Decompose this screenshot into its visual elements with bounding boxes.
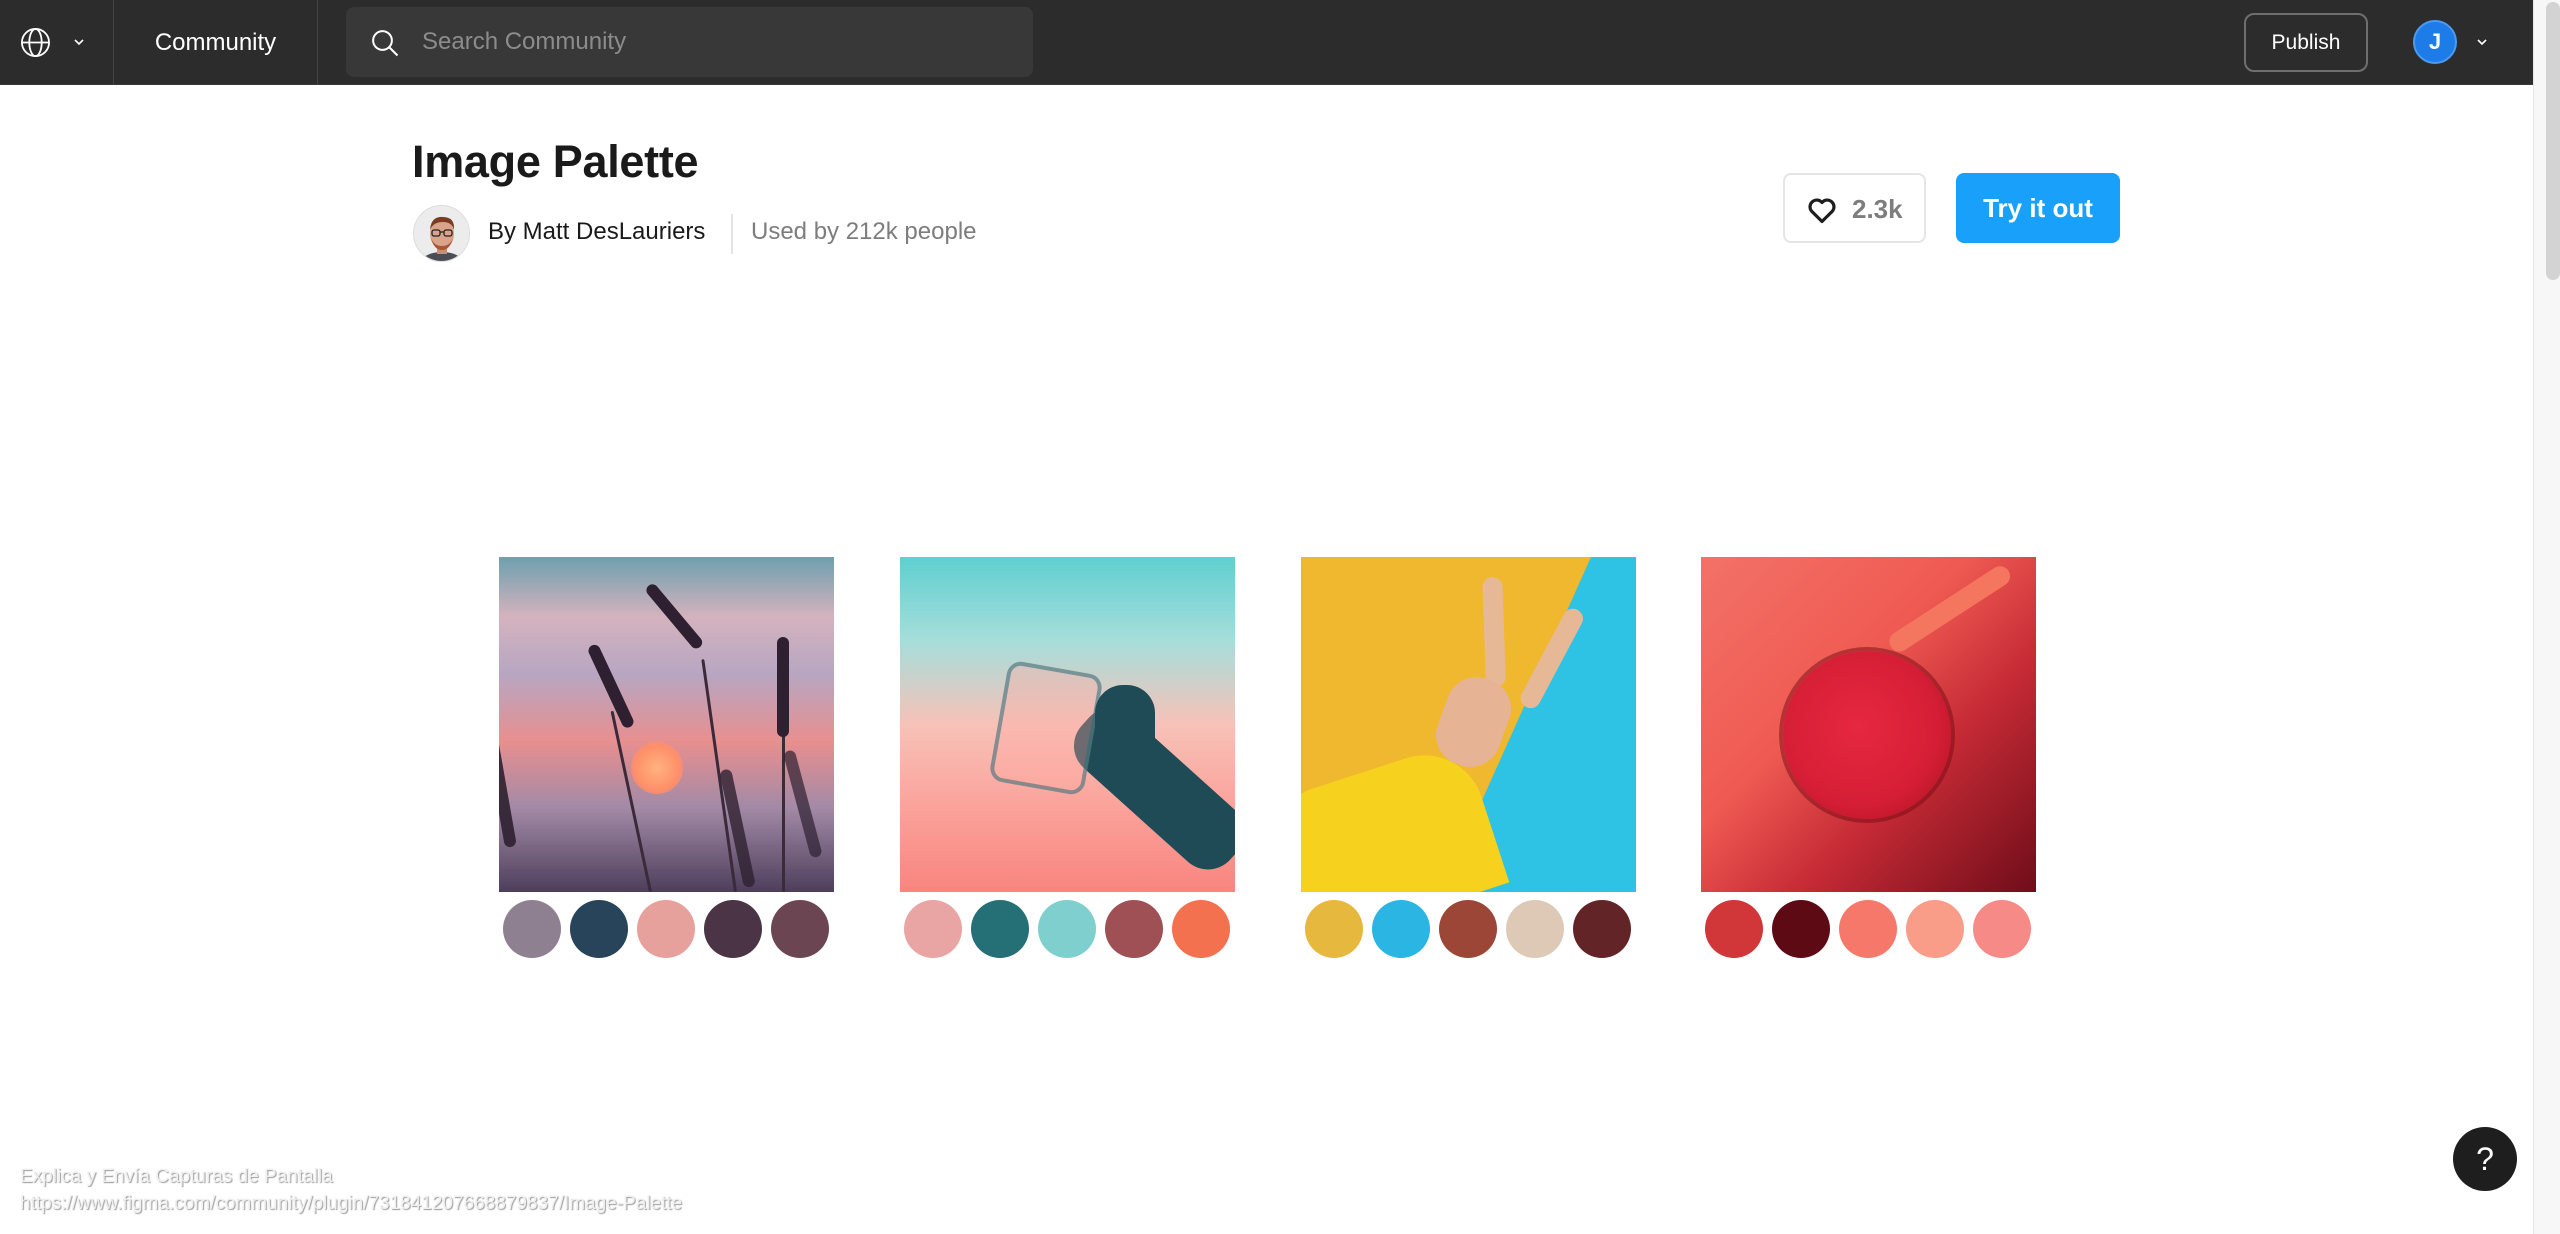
color-swatch[interactable] [1573,900,1631,958]
heart-icon [1808,198,1836,224]
meta-divider [731,214,733,254]
search-box[interactable] [346,7,1033,77]
color-swatch[interactable] [1772,900,1830,958]
color-swatch[interactable] [1906,900,1964,958]
like-count: 2.3k [1852,194,1903,224]
globe-icon [21,28,50,57]
user-avatar: J [2413,20,2457,64]
usage-count: Used by 212k people [751,218,977,245]
search-icon [372,30,399,57]
publish-button[interactable]: Publish [2244,13,2368,72]
screenshot-watermark: Explica y Envía Capturas de Pantalla htt… [20,1163,682,1217]
grass-spike [782,749,823,859]
color-swatch[interactable] [503,900,561,958]
color-swatch[interactable] [1372,900,1430,958]
page-scrollbar[interactable] [2533,0,2560,1234]
color-swatch[interactable] [771,900,829,958]
nav-divider [317,0,318,85]
finger-shape [1482,576,1506,688]
sample-image-drink [1701,557,2036,892]
color-swatches [1705,900,2031,958]
language-selector[interactable] [0,0,113,85]
color-swatch[interactable] [1172,900,1230,958]
color-swatch[interactable] [971,900,1029,958]
chevron-down-icon [2477,39,2487,46]
plugin-title: Image Palette [412,136,699,187]
watermark-line-1: Explica y Envía Capturas de Pantalla [20,1166,333,1187]
author-name[interactable]: By Matt DesLauriers [488,218,705,246]
palette-card [1701,557,2036,958]
question-icon: ? [2476,1140,2494,1177]
help-button[interactable]: ? [2453,1127,2517,1191]
color-swatch[interactable] [704,900,762,958]
community-link[interactable]: Community [114,0,317,85]
chevron-down-icon [74,39,84,46]
color-swatch[interactable] [637,900,695,958]
author-photo [414,206,469,261]
color-swatch[interactable] [1506,900,1564,958]
color-swatch[interactable] [1439,900,1497,958]
top-nav-bar: Community Publish J [0,0,2533,85]
color-swatches [503,900,829,958]
grass-spike [777,637,789,737]
search-input[interactable] [422,7,1012,77]
palette-card [499,557,834,958]
user-menu[interactable]: J [2413,20,2495,65]
author-avatar[interactable] [413,205,470,262]
jar-shape [988,659,1104,797]
hand-shape [1095,685,1155,775]
color-swatch[interactable] [1038,900,1096,958]
color-swatches [1305,900,1631,958]
color-swatch[interactable] [570,900,628,958]
straw-shape [1885,562,2014,656]
sample-image-sunset [499,557,834,892]
watermark-url: https://www.figma.com/community/plugin/7… [20,1193,683,1214]
color-swatch[interactable] [1705,900,1763,958]
color-swatch[interactable] [1839,900,1897,958]
color-swatch[interactable] [1973,900,2031,958]
color-swatches [904,900,1230,958]
palette-card [900,557,1235,958]
grass-spike [643,581,705,651]
grass-stem [610,710,652,892]
color-swatch[interactable] [904,900,962,958]
sun-shape [631,742,683,794]
grass-spike [499,737,517,849]
palette-card [1301,557,1636,958]
scrollbar-thumb[interactable] [2546,2,2560,280]
glass-shape [1783,651,1951,819]
color-swatch[interactable] [1105,900,1163,958]
sample-image-peace-sign [1301,557,1636,892]
color-swatch[interactable] [1305,900,1363,958]
like-button[interactable]: 2.3k [1783,173,1926,243]
try-it-out-button[interactable]: Try it out [1956,173,2120,243]
sample-image-jar [900,557,1235,892]
